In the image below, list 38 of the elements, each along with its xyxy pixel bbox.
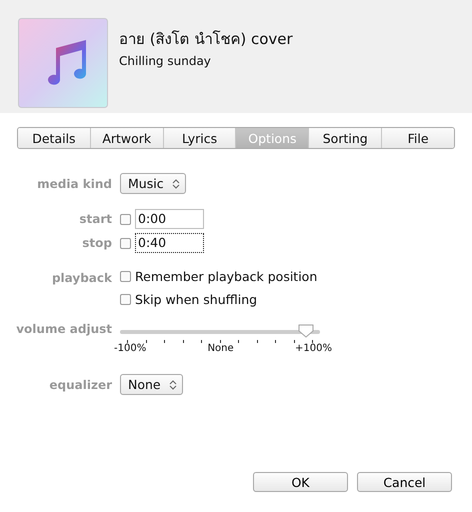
field-label: stop bbox=[81, 236, 113, 250]
tab[interactable]: Artwork bbox=[90, 128, 164, 148]
album-name: Chilling sunday bbox=[119, 54, 212, 68]
tab[interactable]: Details bbox=[18, 128, 91, 148]
tick-mark bbox=[127, 340, 128, 343]
checkbox[interactable] bbox=[120, 294, 131, 305]
field-label: playback bbox=[50, 270, 113, 285]
stepper-arrows-icon bbox=[172, 178, 180, 190]
slider-thumb[interactable] bbox=[298, 324, 314, 338]
tick-mark bbox=[201, 340, 202, 343]
scale-label: -100% bbox=[114, 343, 146, 354]
field-label: volume adjust bbox=[15, 322, 113, 336]
media-kind-dropdown[interactable]: Music bbox=[120, 173, 186, 194]
equalizer-dropdown[interactable]: None bbox=[120, 374, 183, 395]
dialog-button[interactable]: Cancel bbox=[357, 472, 452, 492]
scale-label: +100% bbox=[295, 343, 332, 354]
song-title: อาย (สิงโต นำโชค) cover bbox=[119, 29, 293, 50]
tick-mark bbox=[312, 340, 313, 343]
field-label: equalizer bbox=[48, 378, 113, 392]
tab[interactable]: Lyrics bbox=[164, 128, 236, 148]
checkbox-label[interactable]: Remember playback position bbox=[135, 269, 318, 284]
scale-label: None bbox=[208, 343, 234, 354]
tick-mark bbox=[275, 340, 276, 343]
checkbox[interactable] bbox=[120, 271, 131, 282]
tab[interactable]: File bbox=[382, 128, 454, 148]
stepper-arrows-icon bbox=[168, 378, 177, 390]
field-label: media kind bbox=[36, 176, 113, 190]
checkbox-label[interactable]: Skip when shuffling bbox=[135, 292, 258, 307]
music-note-icon bbox=[18, 18, 108, 108]
tick-mark bbox=[164, 340, 165, 343]
tick-mark bbox=[238, 340, 239, 343]
field-label: start bbox=[78, 212, 113, 226]
time-field[interactable]: 0:00 bbox=[135, 209, 204, 229]
checkbox[interactable] bbox=[120, 238, 131, 248]
dialog-button[interactable]: OK bbox=[253, 472, 348, 492]
checkbox[interactable] bbox=[120, 214, 131, 224]
tab[interactable]: Sorting bbox=[309, 128, 382, 148]
time-field[interactable]: 0:40 bbox=[135, 233, 204, 253]
